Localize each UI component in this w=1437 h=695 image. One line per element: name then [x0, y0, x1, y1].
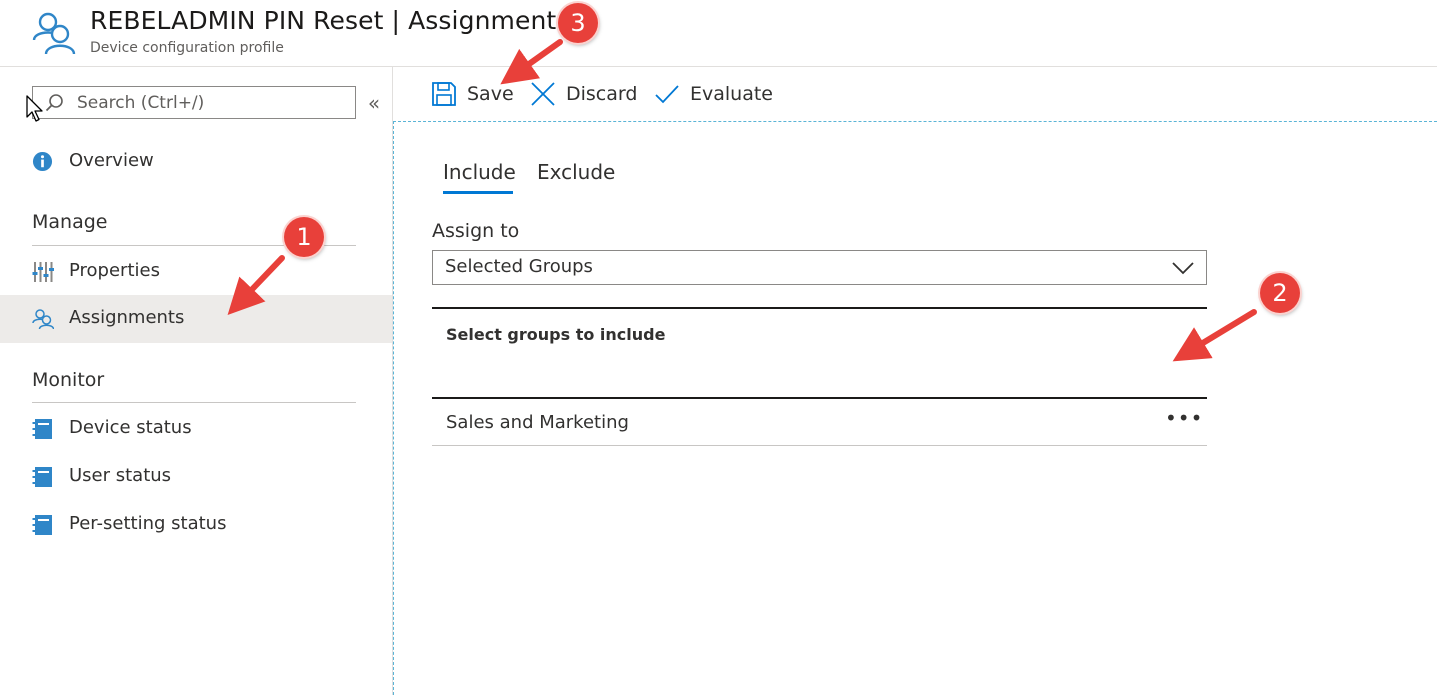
close-icon	[531, 82, 555, 106]
row-divider	[432, 445, 1207, 446]
section-title-manage: Manage	[32, 211, 108, 233]
sidebar-item-label: Overview	[69, 150, 154, 171]
notebook-icon	[32, 419, 52, 439]
sidebar-item-label: Device status	[69, 417, 192, 438]
discard-button[interactable]: Discard	[530, 81, 640, 111]
assign-to-dropdown[interactable]: Selected Groups	[432, 250, 1207, 285]
page-title: REBELADMIN PIN Reset | Assignments	[90, 6, 570, 35]
blade-header: REBELADMIN PIN Reset | Assignments Devic…	[0, 0, 1437, 67]
sidebar-item-properties[interactable]: Properties	[0, 248, 392, 296]
sliders-icon	[32, 262, 54, 282]
sidebar-item-label: Assignments	[69, 307, 185, 328]
sidebar-item-label: User status	[69, 465, 172, 486]
sidebar-item-label: Properties	[69, 260, 160, 281]
sidebar-item-label: Per-setting status	[69, 513, 227, 534]
evaluate-button[interactable]: Evaluate	[654, 81, 774, 111]
sidebar-item-user-status[interactable]: User status	[0, 453, 392, 501]
mouse-cursor-icon	[26, 95, 43, 122]
groups-column-header: Select groups to include	[446, 325, 666, 344]
chevron-down-icon	[1172, 262, 1194, 275]
table-top-border	[432, 307, 1207, 309]
users-icon	[32, 309, 54, 330]
tab-include[interactable]: Include	[443, 160, 516, 184]
users-icon	[32, 12, 76, 55]
sidebar-item-per-setting-status[interactable]: Per-setting status	[0, 501, 392, 549]
callout-badge: 2	[1260, 273, 1300, 313]
notebook-icon	[32, 467, 52, 487]
info-icon	[32, 151, 53, 172]
evaluate-label: Evaluate	[690, 83, 773, 105]
save-icon	[432, 82, 456, 106]
page-subtitle: Device configuration profile	[90, 40, 284, 56]
section-title-monitor: Monitor	[32, 369, 105, 391]
callout-badge: 3	[558, 3, 598, 43]
sidebar-item-overview[interactable]: Overview	[0, 138, 392, 186]
sidebar-item-assignments[interactable]: Assignments	[0, 295, 392, 343]
callout-badge: 1	[284, 217, 324, 257]
table-header-border	[432, 397, 1207, 399]
group-name: Sales and Marketing	[446, 412, 629, 433]
more-options-icon[interactable]: •••	[1165, 406, 1203, 430]
main-content: Include Exclude Assign to Selected Group…	[393, 121, 1437, 695]
search-box[interactable]	[32, 86, 356, 119]
search-icon	[45, 94, 63, 112]
checkmark-icon	[655, 85, 679, 104]
sidebar: « Overview Manage Properties	[0, 67, 393, 695]
assign-to-value: Selected Groups	[445, 256, 593, 277]
section-divider	[32, 402, 356, 403]
discard-label: Discard	[566, 83, 638, 105]
save-button[interactable]: Save	[431, 81, 514, 111]
table-row[interactable]: Sales and Marketing •••	[432, 400, 1207, 446]
command-bar: Save Discard Evaluate	[393, 67, 1437, 122]
notebook-icon	[32, 515, 52, 535]
search-input[interactable]	[77, 91, 347, 115]
sidebar-item-device-status[interactable]: Device status	[0, 405, 392, 453]
collapse-sidebar-button[interactable]: «	[364, 91, 384, 115]
tab-exclude[interactable]: Exclude	[537, 160, 615, 184]
assign-to-label: Assign to	[432, 220, 520, 242]
tab-active-indicator	[443, 191, 513, 194]
save-label: Save	[467, 83, 514, 105]
